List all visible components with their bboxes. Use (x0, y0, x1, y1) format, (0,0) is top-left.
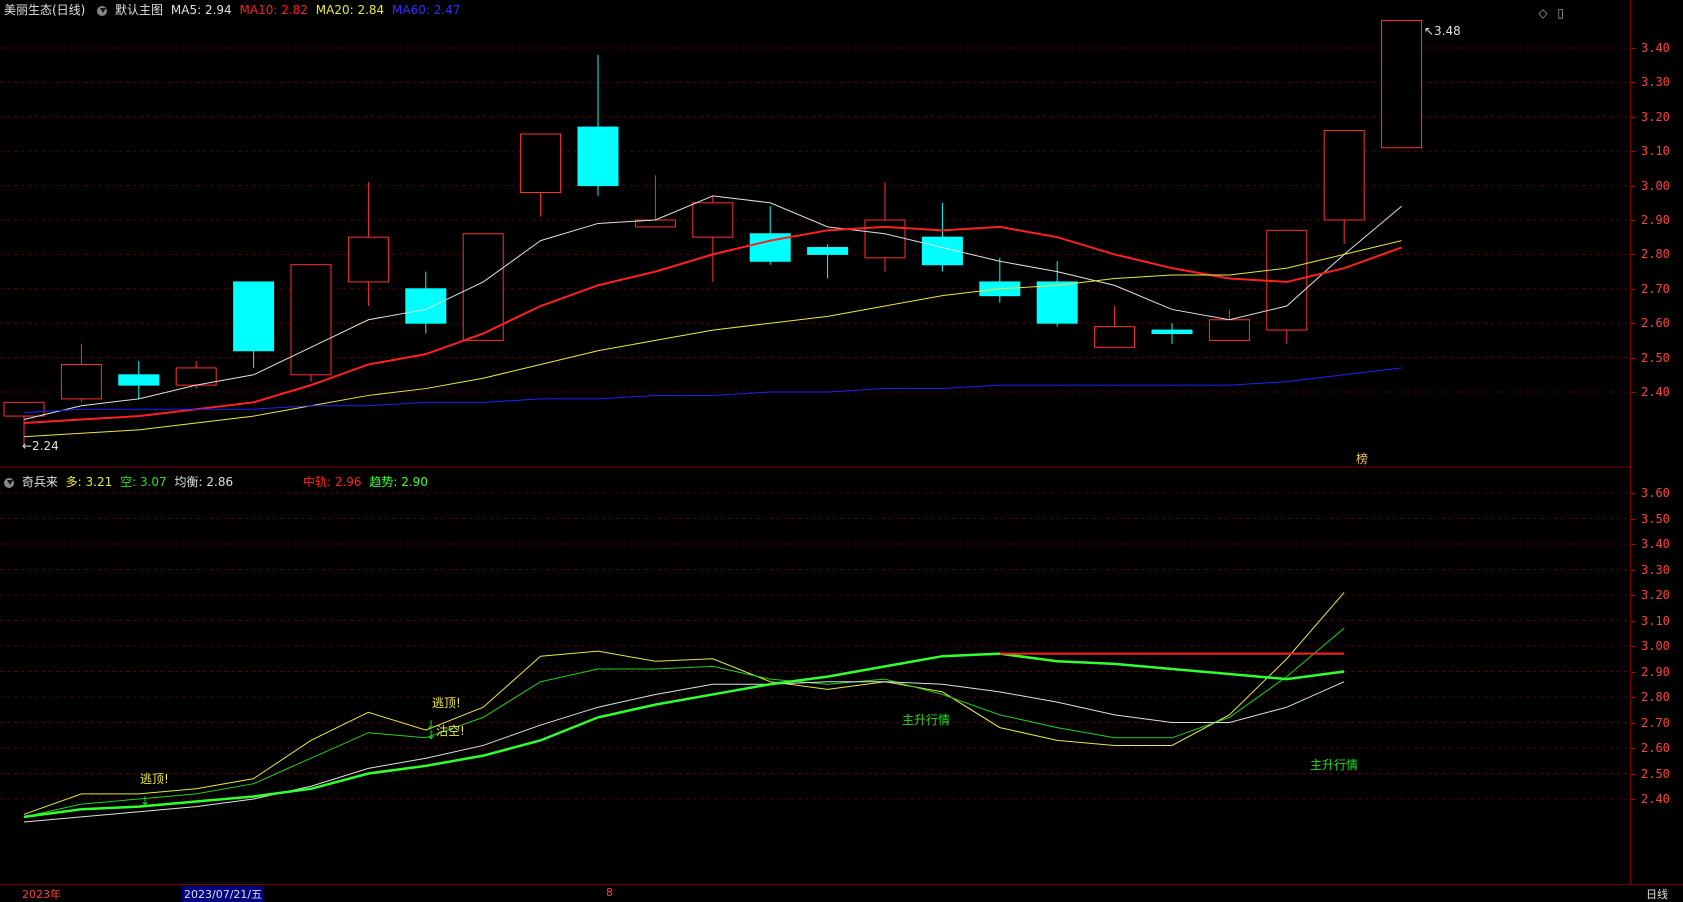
candle-up (347, 236, 389, 283)
zhonggui-value: 2.96 (334, 475, 362, 489)
panel-controls: ◇ ▯ (1538, 6, 1564, 20)
indicator-tick: 2.90 (1631, 665, 1683, 679)
escape-top-label: 逃顶! (140, 772, 169, 786)
main-legend: 美丽生态(日线) 默认主图 MA5: 2.94 MA10: 2.82 MA20:… (4, 1, 464, 19)
indicator-legend: 奇兵来 多: 3.21 空: 3.07 均衡: 2.86 中轨: 2.96 趋势… (4, 473, 432, 491)
year-label: 2023年 (22, 888, 61, 901)
indicator-tick: 2.80 (1631, 690, 1683, 704)
zhonggui-label: 中轨: (302, 475, 331, 489)
price-tick: 2.80 (1631, 247, 1683, 261)
indicator-tick: 2.70 (1631, 716, 1683, 730)
qushi-line (23, 652, 1345, 819)
qushi-label: 趋势: (369, 475, 398, 489)
price-axis: 3.40 3.30 3.20 3.10 3.00 2.90 2.80 2.70 2.60 2.50… (1631, 0, 1683, 884)
price-tick: 2.90 (1631, 213, 1683, 227)
escape-top-label: 逃顶! (432, 696, 461, 710)
junheng-line (23, 681, 1345, 823)
price-tick: 2.40 (1631, 385, 1683, 399)
candle-down (1036, 281, 1078, 324)
duo-label: 多: (65, 475, 82, 489)
candle-down (807, 247, 849, 255)
bang-marker: 榜 (1356, 451, 1368, 466)
candle-up (3, 401, 45, 417)
month-label: 8 (606, 886, 613, 899)
price-chart-panel[interactable]: ↖3.48 ←2.24 榜 美丽生态(日线) 默认主图 MA5: 2.94 MA10… (0, 0, 1630, 468)
indicator-tick: 3.50 (1631, 512, 1683, 526)
main-rise-label: 主升行情 (1310, 758, 1358, 772)
ma20-value: 2.84 (357, 3, 385, 17)
candle-down (577, 126, 619, 187)
price-tick: 3.10 (1631, 144, 1683, 158)
price-tick: 3.20 (1631, 110, 1683, 124)
indicator-dropdown-icon[interactable] (4, 477, 14, 488)
kong-line (23, 627, 1345, 818)
candle-up (864, 219, 906, 259)
indicator-name[interactable]: 奇兵来 (22, 475, 58, 489)
candle-up (290, 264, 332, 376)
period-label[interactable]: 日线 (1646, 886, 1668, 902)
indicator-tick: 3.40 (1631, 537, 1683, 551)
price-tick: 3.00 (1631, 179, 1683, 193)
candle-up (462, 233, 504, 341)
indicator-panel[interactable]: 逃顶! ↓ 逃顶! ↓ ↓ 沽空! 主升行情 主升行情 奇兵来 多: 3.21 空: 3.07… (0, 469, 1630, 884)
high-price-label: ↖3.48 (1424, 24, 1461, 38)
junheng-label: 均衡: (174, 475, 203, 489)
ma60-value: 2.47 (433, 3, 461, 17)
kong-label: 空: (120, 475, 137, 489)
ma10-label: MA10: (239, 3, 278, 17)
indicator-tick: 3.30 (1631, 563, 1683, 577)
indicator-tick: 3.20 (1631, 588, 1683, 602)
price-tick: 2.70 (1631, 282, 1683, 296)
ma20-label: MA20: (315, 3, 354, 17)
junheng-value: 2.86 (206, 475, 234, 489)
indicator-tick: 3.60 (1631, 486, 1683, 500)
main-rise-label: 主升行情 (902, 713, 950, 727)
price-tick: 2.50 (1631, 351, 1683, 365)
price-tick: 3.40 (1631, 41, 1683, 55)
candle-up (1094, 326, 1136, 348)
ma5-label: MA5: (170, 3, 202, 17)
template-dropdown-icon[interactable] (97, 5, 108, 16)
template-name[interactable]: 默认主图 (115, 3, 163, 17)
duo-line (23, 592, 1345, 815)
indicator-tick: 3.00 (1631, 639, 1683, 653)
candle-down (118, 374, 160, 386)
ma60-label: MA60: (392, 3, 430, 17)
candle-down (1151, 329, 1193, 335)
candlestick-chart[interactable]: ↖3.48 ←2.24 榜 (0, 0, 1630, 468)
indicator-tick: 2.60 (1631, 741, 1683, 755)
down-arrow-icon: ↓ (426, 728, 436, 742)
low-price-label: ←2.24 (22, 439, 59, 453)
candle-up (60, 363, 102, 400)
window-icon[interactable]: ▯ (1557, 6, 1564, 20)
candle-up (520, 133, 562, 193)
ma5-value: 2.94 (204, 3, 232, 17)
kong-value: 3.07 (139, 475, 167, 489)
diamond-icon[interactable]: ◇ (1538, 6, 1547, 20)
indicator-tick: 2.40 (1631, 792, 1683, 806)
sell-short-label: 沽空! (436, 724, 465, 738)
down-arrow-icon: ↓ (140, 794, 150, 808)
ma10-value: 2.82 (281, 3, 308, 17)
candle-up (1208, 319, 1250, 341)
candle-down (405, 288, 447, 324)
candle-down (233, 281, 275, 352)
cursor-date: 2023/07/21/五 (182, 886, 265, 902)
candle-up (692, 202, 734, 238)
date-axis: 2023年 2023/07/21/五 8 日线 (0, 884, 1683, 902)
duo-value: 3.21 (85, 475, 113, 489)
indicator-chart[interactable]: 逃顶!↓逃顶!↓↓ 沽空!主升行情主升行情 (0, 469, 1630, 884)
qushi-value: 2.90 (401, 475, 428, 489)
candle-up (1381, 19, 1423, 149)
price-tick: 3.30 (1631, 75, 1683, 89)
candle-up (1323, 130, 1365, 221)
indicator-tick: 2.50 (1631, 767, 1683, 781)
stock-title: 美丽生态(日线) (4, 3, 86, 17)
indicator-tick: 3.10 (1631, 614, 1683, 628)
price-tick: 2.60 (1631, 316, 1683, 330)
